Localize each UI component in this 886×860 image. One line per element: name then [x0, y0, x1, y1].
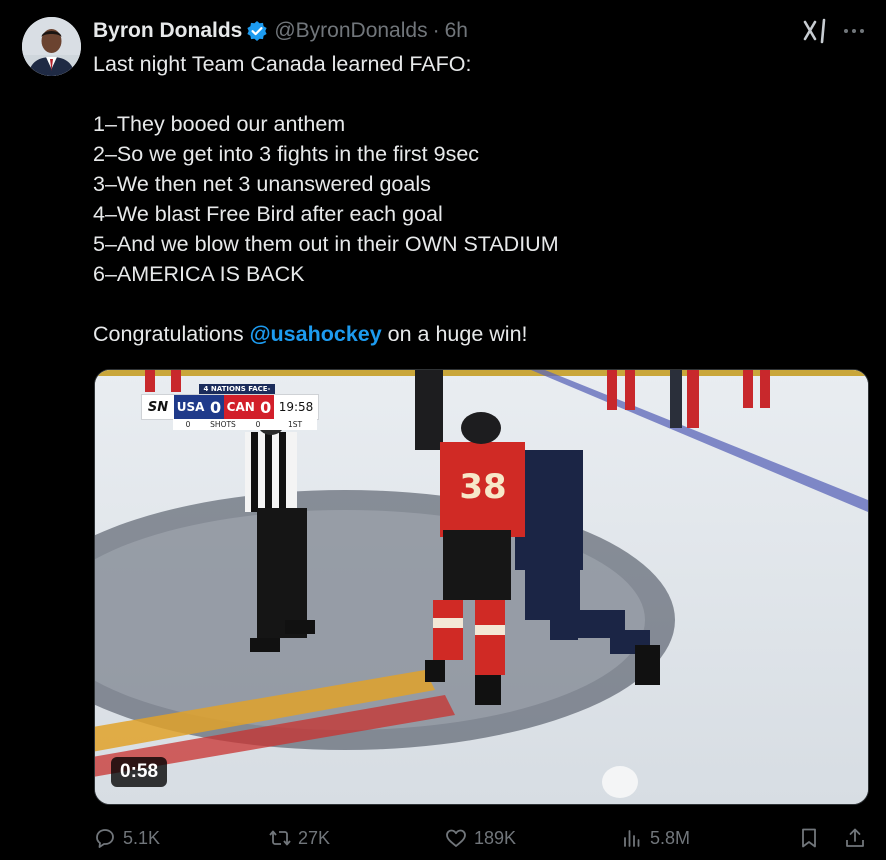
team-a: USA 0 [174, 395, 224, 419]
tweet-line: 2–So we get into 3 fights in the first 9… [93, 142, 480, 166]
reply-count: 5.1K [123, 827, 161, 848]
scoreboard-event: 4 NATIONS FACE-OFF [199, 384, 275, 403]
tweet-line: 5–And we blow them out in their OWN STAD… [93, 232, 559, 256]
period: 1ST [287, 420, 303, 429]
video-frame: 38 [95, 370, 868, 804]
jersey-number: 38 [459, 467, 506, 507]
tweet-line: 1–They booed our anthem [93, 112, 346, 136]
tweet-header: Byron Donalds @ByronDonalds · 6h [93, 17, 468, 45]
video-player[interactable]: 38 4 NATIONS FACE-OFF SN USA 0 CAN 0 19:… [94, 369, 869, 805]
scoreboard: 4 NATIONS FACE-OFF SN USA 0 CAN 0 19:58 … [141, 384, 319, 431]
bookmark-button[interactable] [797, 820, 827, 856]
repost-count: 27K [298, 827, 331, 848]
share-icon [846, 828, 864, 847]
repost-button[interactable]: 27K [268, 820, 330, 856]
repost-icon [269, 830, 291, 846]
display-name[interactable]: Byron Donalds [93, 19, 242, 43]
avatar[interactable] [22, 17, 81, 76]
team-b: CAN 0 [224, 395, 274, 419]
like-button[interactable]: 189K [444, 820, 516, 856]
share-button[interactable] [843, 820, 873, 856]
tweet-closing-line: Congratulations @usahockey on a huge win… [93, 319, 863, 349]
shots-label: SHOTS [210, 420, 236, 429]
network-logo: SN [147, 399, 169, 415]
scoreboard-main: SN USA 0 CAN 0 19:58 [141, 394, 319, 420]
tweet-line: 3–We then net 3 unanswered goals [93, 172, 431, 196]
action-bar: 5.1K 27K 189K 5.8M [0, 820, 886, 856]
reply-icon [96, 829, 114, 848]
separator-dot: · [432, 19, 440, 42]
tweet-line: 6–AMERICA IS BACK [93, 262, 305, 286]
views-count: 5.8M [650, 827, 691, 848]
more-icon[interactable] [840, 17, 868, 45]
reply-button[interactable]: 5.1K [93, 820, 160, 856]
tweet-line-blank [93, 79, 863, 109]
team-a-name: USA [176, 400, 205, 414]
like-icon [446, 829, 466, 847]
tweet[interactable]: Byron Donalds @ByronDonalds · 6h Last ni… [0, 0, 886, 860]
verified-badge-icon [246, 20, 268, 42]
team-a-score: 0 [210, 397, 222, 417]
tweet-line: Last night Team Canada learned FAFO: [93, 52, 472, 76]
mention-link[interactable]: @usahockey [250, 322, 382, 346]
team-b-score: 0 [260, 397, 272, 417]
tweet-line-blank [93, 289, 863, 319]
handle[interactable]: @ByronDonalds [274, 19, 427, 43]
game-clock: 19:58 [278, 400, 314, 414]
shots-a: 0 [185, 420, 191, 429]
views-icon [624, 830, 640, 847]
tweet-line: 4–We blast Free Bird after each goal [93, 202, 443, 226]
like-count: 189K [474, 827, 517, 848]
scoreboard-shots: 0 SHOTS 0 1ST [173, 419, 317, 430]
shots-b: 0 [255, 420, 261, 429]
timestamp[interactable]: 6h [445, 19, 468, 43]
bookmark-icon [802, 828, 816, 848]
team-b-name: CAN [226, 400, 255, 414]
avatar-image [22, 17, 81, 76]
grok-icon[interactable] [800, 17, 830, 45]
video-duration: 0:58 [111, 757, 168, 787]
closing-prefix: Congratulations [93, 322, 250, 346]
views-button[interactable]: 5.8M [620, 820, 690, 856]
tweet-text: Last night Team Canada learned FAFO: 1–T… [93, 49, 863, 349]
closing-suffix: on a huge win! [381, 322, 528, 346]
